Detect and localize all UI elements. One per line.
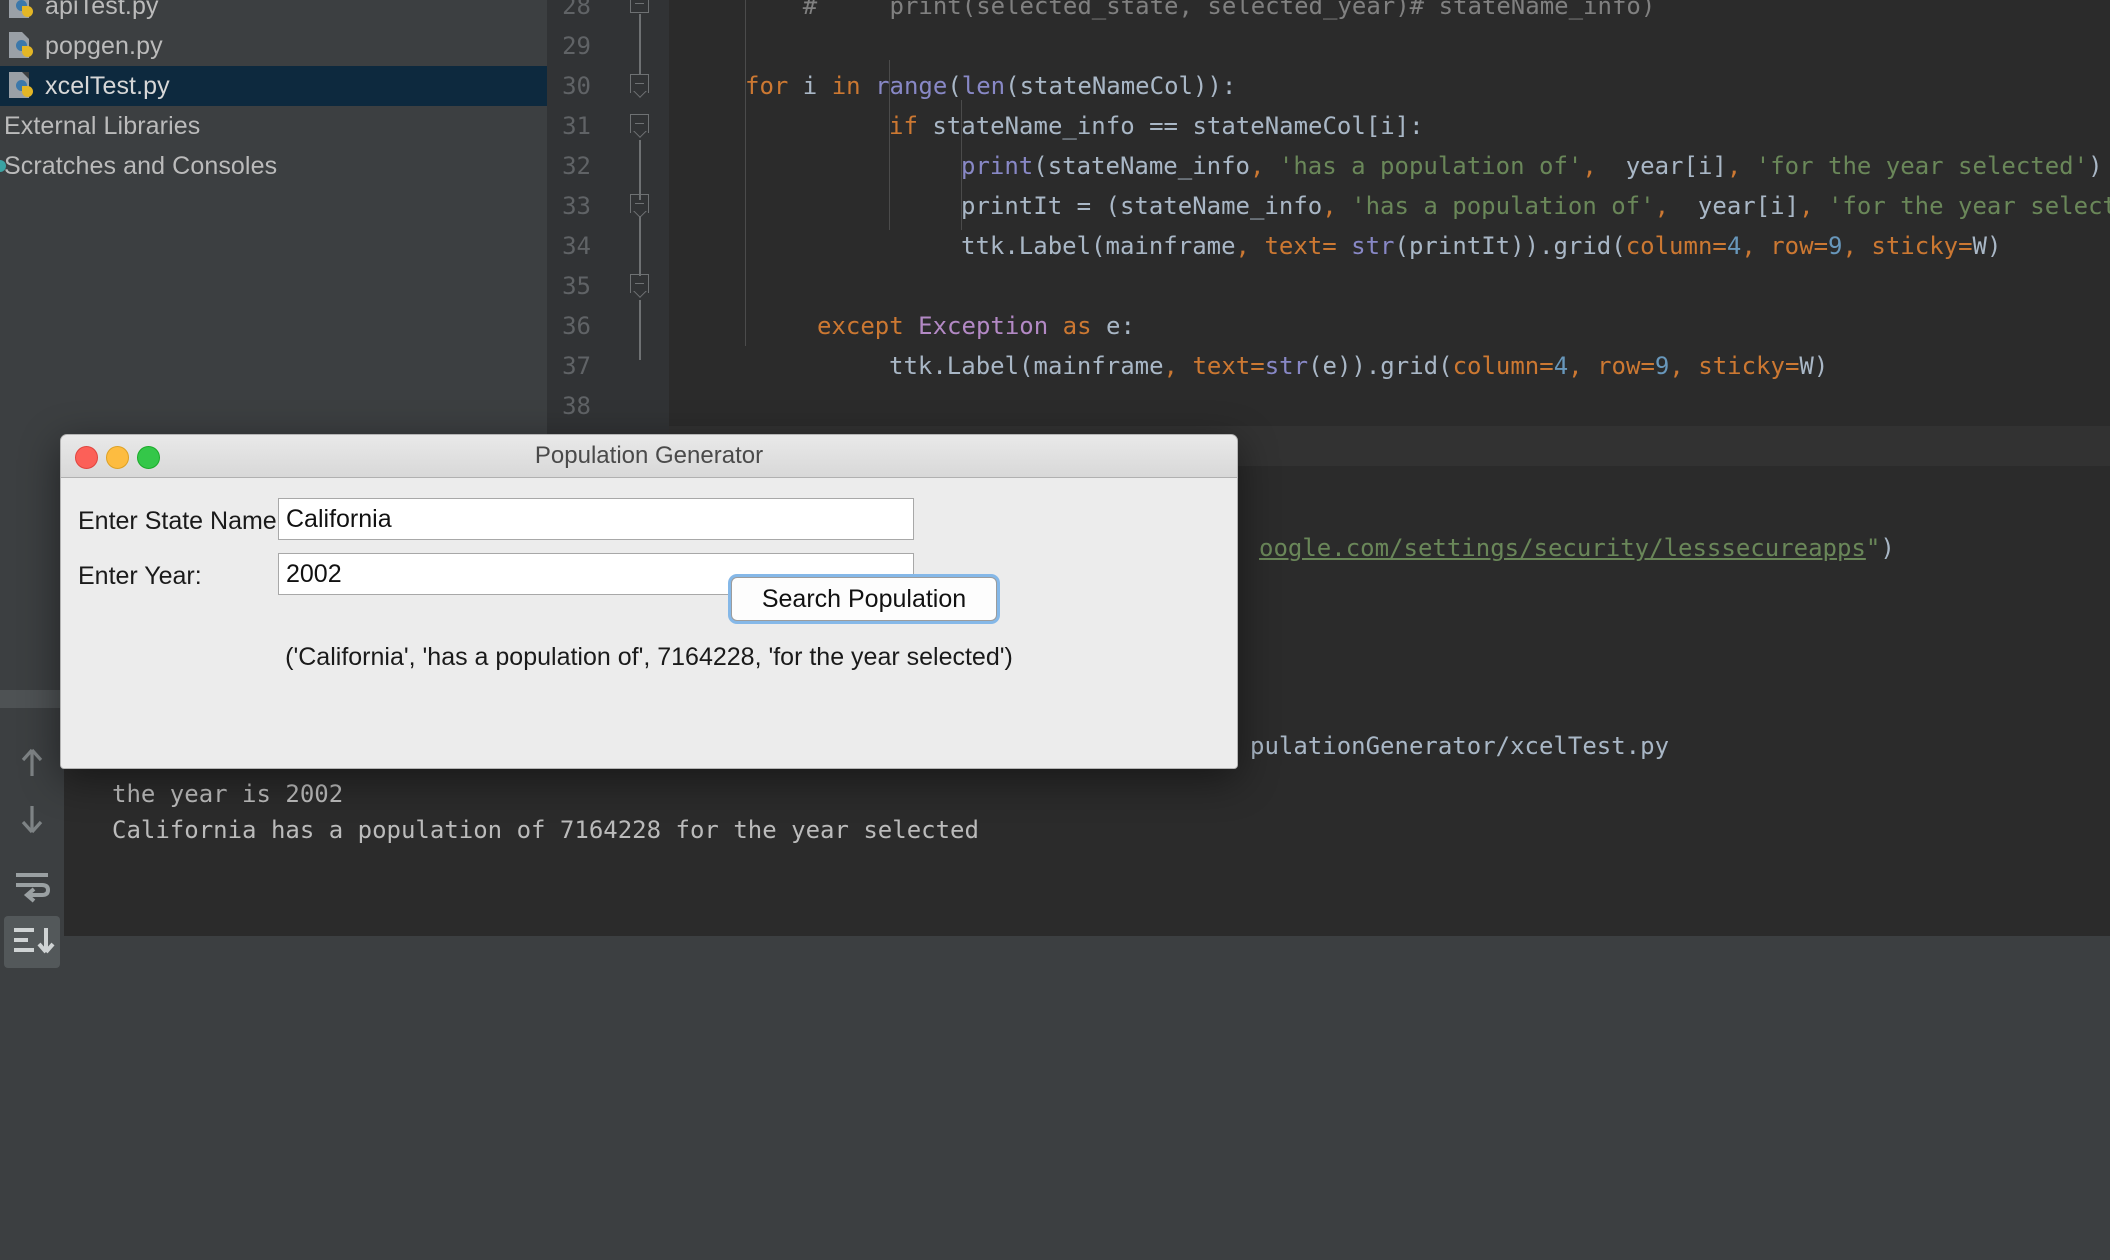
line-number: 29 <box>531 26 591 66</box>
tree-item-label: xcelTest.py <box>45 72 170 101</box>
code-line: # print(selected_state, selected_year)# … <box>669 0 2110 26</box>
search-population-button[interactable]: Search Population <box>731 577 997 621</box>
python-file-icon <box>8 31 38 61</box>
fold-marker[interactable] <box>630 114 652 136</box>
tree-item-xceltest[interactable]: xcelTest.py <box>0 66 547 106</box>
fold-region-bar <box>639 14 641 74</box>
scroll-to-end-icon[interactable] <box>4 916 60 968</box>
code-line: if stateName_info == stateNameCol[i]: <box>669 106 2110 146</box>
code-line <box>669 386 2110 426</box>
code-line: ttk.Label(mainframe, text= str(printIt))… <box>669 226 2110 266</box>
line-number: 35 <box>531 266 591 306</box>
run-tool-tab[interactable] <box>0 690 64 708</box>
result-label: ('California', 'has a population of', 71… <box>61 643 1237 672</box>
code-line-text: # print(selected_state, selected_year)# … <box>745 0 1655 26</box>
fold-marker[interactable] <box>630 0 652 16</box>
state-name-input[interactable]: California <box>278 498 914 540</box>
close-button[interactable] <box>75 446 98 469</box>
fold-region-bar <box>639 140 641 200</box>
fold-marker[interactable] <box>630 194 652 216</box>
line-number: 37 <box>531 346 591 386</box>
dialog-title: Population Generator <box>61 435 1237 477</box>
line-number: 33 <box>531 186 591 226</box>
line-number: 36 <box>531 306 591 346</box>
console-toolbar[interactable] <box>0 708 64 936</box>
line-number: 30 <box>531 66 591 106</box>
code-line: printIt = (stateName_info, 'has a popula… <box>669 186 2110 226</box>
console-line-path: pulationGenerator/xcelTest.py <box>1250 728 1669 764</box>
arrow-down-icon[interactable] <box>8 796 56 844</box>
line-number: 31 <box>531 106 591 146</box>
minimize-button[interactable] <box>106 446 129 469</box>
year-label: Enter Year: <box>78 562 202 591</box>
tree-item-apitest[interactable]: apiTest.py <box>0 0 547 26</box>
code-line: ttk.Label(mainframe, text=str(e)).grid(c… <box>669 346 2110 386</box>
tree-item-external-libraries[interactable]: External Libraries <box>0 106 547 146</box>
tree-item-popgen[interactable]: popgen.py <box>0 26 547 66</box>
soft-wrap-icon[interactable] <box>8 860 56 908</box>
fold-marker[interactable] <box>630 274 652 296</box>
python-file-icon <box>8 71 38 101</box>
console-line: the year is 2002 <box>112 776 343 812</box>
arrow-up-icon[interactable] <box>8 738 56 786</box>
dialog-titlebar[interactable]: Population Generator <box>61 435 1237 478</box>
line-number: 38 <box>531 386 591 426</box>
line-number: 28 <box>531 0 591 26</box>
url-fragment: oogle.com/settings/security/lesssecureap… <box>1259 534 1866 562</box>
state-name-label: Enter State Name: <box>78 507 284 536</box>
tree-item-label: apiTest.py <box>45 0 159 21</box>
ide-window: apiTest.py popgen.py xcelTest.py Externa… <box>0 0 2110 936</box>
fold-region-bar <box>639 216 641 276</box>
tree-item-label: popgen.py <box>45 32 163 61</box>
code-line: print(stateName_info, 'has a population … <box>669 146 2110 186</box>
population-generator-window[interactable]: Population Generator Enter State Name: C… <box>60 434 1238 769</box>
tree-item-label: External Libraries <box>4 112 200 141</box>
tree-item-scratches-and-consoles[interactable]: Scratches and Consoles <box>0 146 547 186</box>
fold-marker[interactable] <box>630 74 652 96</box>
python-file-icon <box>8 0 38 21</box>
dialog-body: Enter State Name: California Enter Year:… <box>61 478 1237 769</box>
fold-region-bar <box>639 300 641 360</box>
code-line <box>669 26 2110 66</box>
code-line: for i in range(len(stateNameCol)): <box>669 66 2110 106</box>
line-number: 34 <box>531 226 591 266</box>
zoom-button[interactable] <box>137 446 160 469</box>
console-line: California has a population of 7164228 f… <box>112 812 979 848</box>
code-line: except Exception as e: <box>669 306 2110 346</box>
code-line <box>669 266 2110 306</box>
tree-item-label: Scratches and Consoles <box>4 152 277 181</box>
line-number: 32 <box>531 146 591 186</box>
